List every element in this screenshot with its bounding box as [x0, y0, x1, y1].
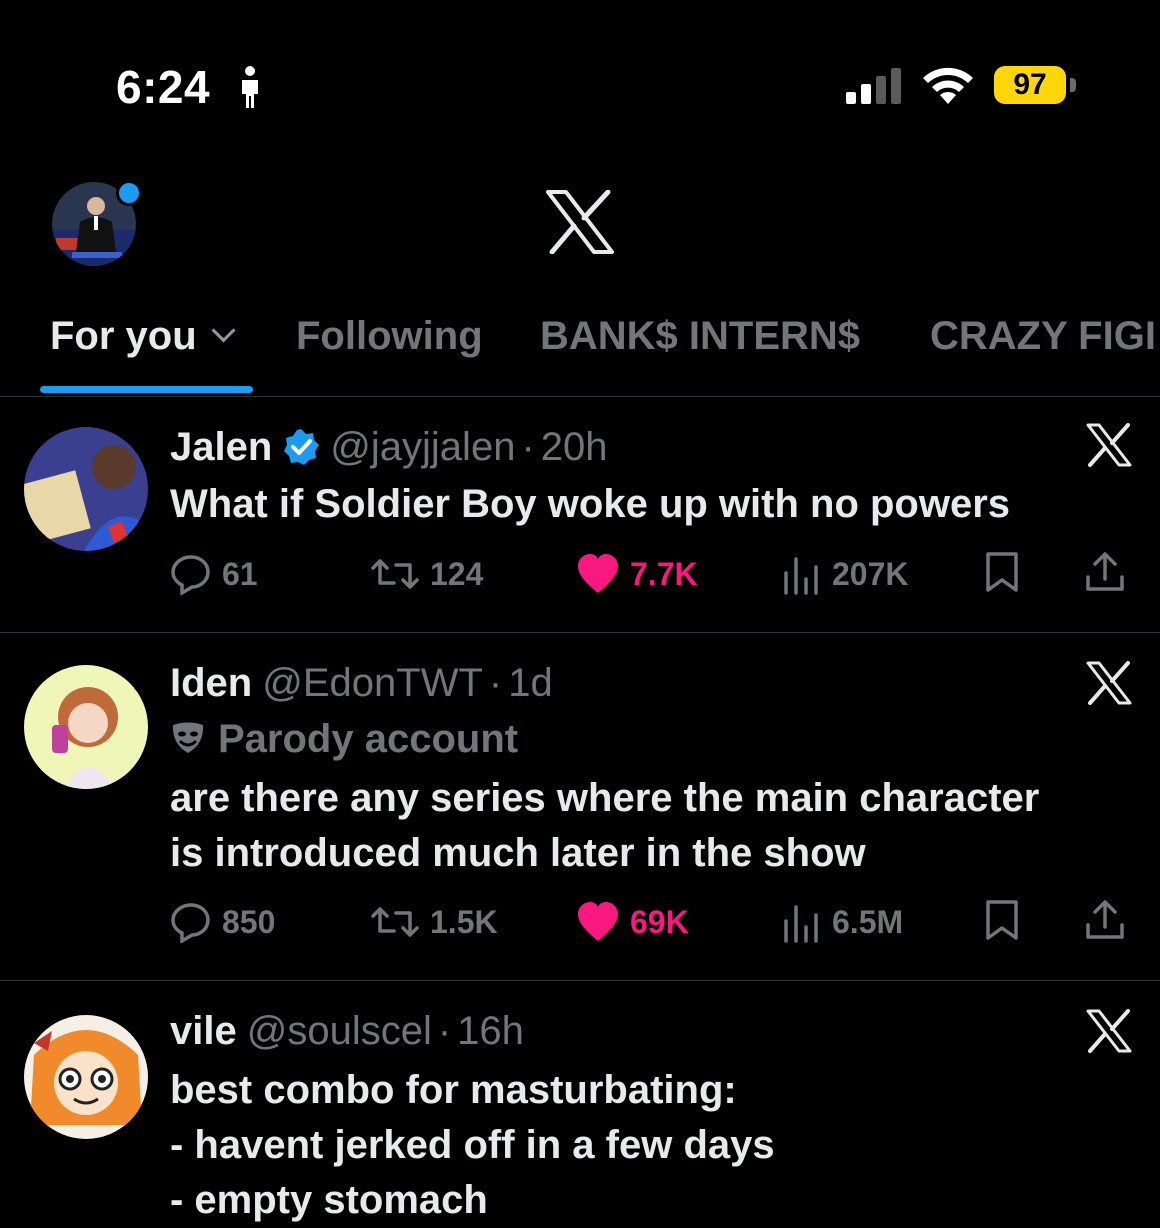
tweet-text: are there any series where the main char…: [170, 771, 1039, 881]
repost-button[interactable]: 1.5K: [370, 897, 498, 947]
x-logo-icon[interactable]: [546, 190, 614, 254]
views-button[interactable]: 207K: [782, 549, 909, 599]
notification-dot: [116, 180, 142, 206]
person-standing-icon: [242, 66, 258, 108]
reply-count: 61: [222, 555, 258, 592]
tab-bank-interns[interactable]: BANK$ INTERN$: [540, 314, 860, 359]
reply-icon: [171, 555, 210, 595]
heart-icon: [578, 554, 618, 593]
active-tab-indicator: [40, 386, 253, 393]
avatar-image: [24, 665, 148, 789]
avatar[interactable]: [24, 427, 148, 551]
reply-button[interactable]: 850: [170, 897, 275, 947]
separator: ·: [521, 425, 535, 469]
avatar[interactable]: [24, 665, 148, 789]
tweet-header: Jalen @jayjjalen · 20h: [170, 425, 608, 470]
tweet-text-line: are there any series where the main char…: [170, 776, 1040, 820]
views-icon: [784, 905, 818, 943]
reply-count: 850: [222, 903, 276, 940]
tab-crazy-figi[interactable]: CRAZY FIGI: [930, 314, 1156, 359]
parody-label-text: Parody account: [218, 717, 519, 761]
author-name[interactable]: Iden: [170, 661, 252, 705]
status-time: 6:24: [116, 61, 211, 113]
author-handle[interactable]: @soulscel: [247, 1009, 432, 1053]
repost-icon: [371, 559, 419, 589]
tab-for-you[interactable]: For you: [50, 314, 236, 359]
dismiss-x-icon[interactable]: [1086, 661, 1132, 705]
avatar-image: [24, 427, 148, 551]
bookmark-icon[interactable]: [984, 899, 1020, 941]
status-bar: 6:24 97: [0, 0, 1160, 170]
bookmark-icon[interactable]: [984, 551, 1020, 593]
view-count: 207K: [832, 555, 909, 592]
dismiss-x-icon[interactable]: [1086, 423, 1132, 467]
tweet-text-line: - havent jerked off in a few days: [170, 1123, 775, 1167]
battery-cap: [1070, 78, 1076, 92]
share-icon[interactable]: [1084, 899, 1126, 941]
mask-icon: [172, 722, 204, 753]
chevron-down-icon: [211, 318, 236, 343]
like-button[interactable]: 7.7K: [576, 549, 698, 599]
tweet-text-line: is introduced much later in the show: [170, 831, 866, 875]
separator: ·: [437, 1009, 452, 1053]
tweet-header: vile @soulscel · 16h: [170, 1009, 524, 1054]
tweet-text: What if Soldier Boy woke up with no powe…: [170, 477, 1010, 532]
views-icon: [784, 557, 818, 595]
tweet-header: Iden @EdonTWT · 1d: [170, 661, 553, 706]
tweet[interactable]: Iden @EdonTWT · 1d Parody account are there…: [0, 633, 1160, 981]
repost-count: 1.5K: [430, 903, 498, 940]
tweet-actions: 61 124 7.7K 207K: [170, 549, 1130, 599]
author-name[interactable]: vile: [170, 1009, 237, 1053]
tweet[interactable]: vile @soulscel · 16h best combo for masturb…: [0, 981, 1160, 1222]
views-button[interactable]: 6.5M: [782, 897, 903, 947]
repost-count: 124: [430, 555, 484, 592]
like-count: 7.7K: [630, 555, 698, 592]
wifi-icon: [923, 67, 973, 104]
share-icon[interactable]: [1084, 551, 1126, 593]
separator: ·: [488, 661, 503, 705]
author-name[interactable]: Jalen: [170, 425, 272, 469]
battery-indicator: 97: [994, 66, 1066, 104]
parody-label: Parody account: [170, 717, 518, 762]
author-handle[interactable]: @EdonTWT: [262, 661, 483, 705]
tweet-text-line: best combo for masturbating:: [170, 1068, 737, 1112]
author-handle[interactable]: @jayjjalen: [330, 425, 515, 469]
cellular-signal-icon: [846, 68, 901, 104]
reply-icon: [171, 903, 210, 943]
timeline-tabs: For you Following BANK$ INTERN$ CRAZY FI…: [0, 300, 1160, 397]
like-button[interactable]: 69K: [576, 897, 689, 947]
timestamp[interactable]: 1d: [508, 661, 553, 705]
avatar-image: [24, 1015, 148, 1139]
tab-label: For you: [50, 314, 197, 358]
tweet-text-line: What if Soldier Boy woke up with no powe…: [170, 482, 1011, 526]
repost-button[interactable]: 124: [370, 549, 483, 599]
reply-button[interactable]: 61: [170, 549, 258, 599]
tab-following[interactable]: Following: [296, 314, 483, 359]
repost-icon: [371, 907, 419, 937]
timestamp[interactable]: 16h: [457, 1009, 524, 1053]
view-count: 6.5M: [832, 903, 904, 940]
verified-badge-icon: [284, 429, 320, 465]
tweet-actions: 850 1.5K 69K 6.5M: [170, 897, 1130, 947]
like-count: 69K: [630, 903, 689, 940]
tweet-text-line: - empty stomach: [170, 1178, 488, 1222]
dismiss-x-icon[interactable]: [1086, 1009, 1132, 1053]
tweet-text: best combo for masturbating: - havent je…: [170, 1063, 775, 1228]
avatar[interactable]: [24, 1015, 148, 1139]
timestamp[interactable]: 20h: [541, 425, 608, 469]
heart-icon: [578, 902, 618, 941]
tweet[interactable]: Jalen @jayjjalen · 20h What if Soldier Boy …: [0, 397, 1160, 633]
